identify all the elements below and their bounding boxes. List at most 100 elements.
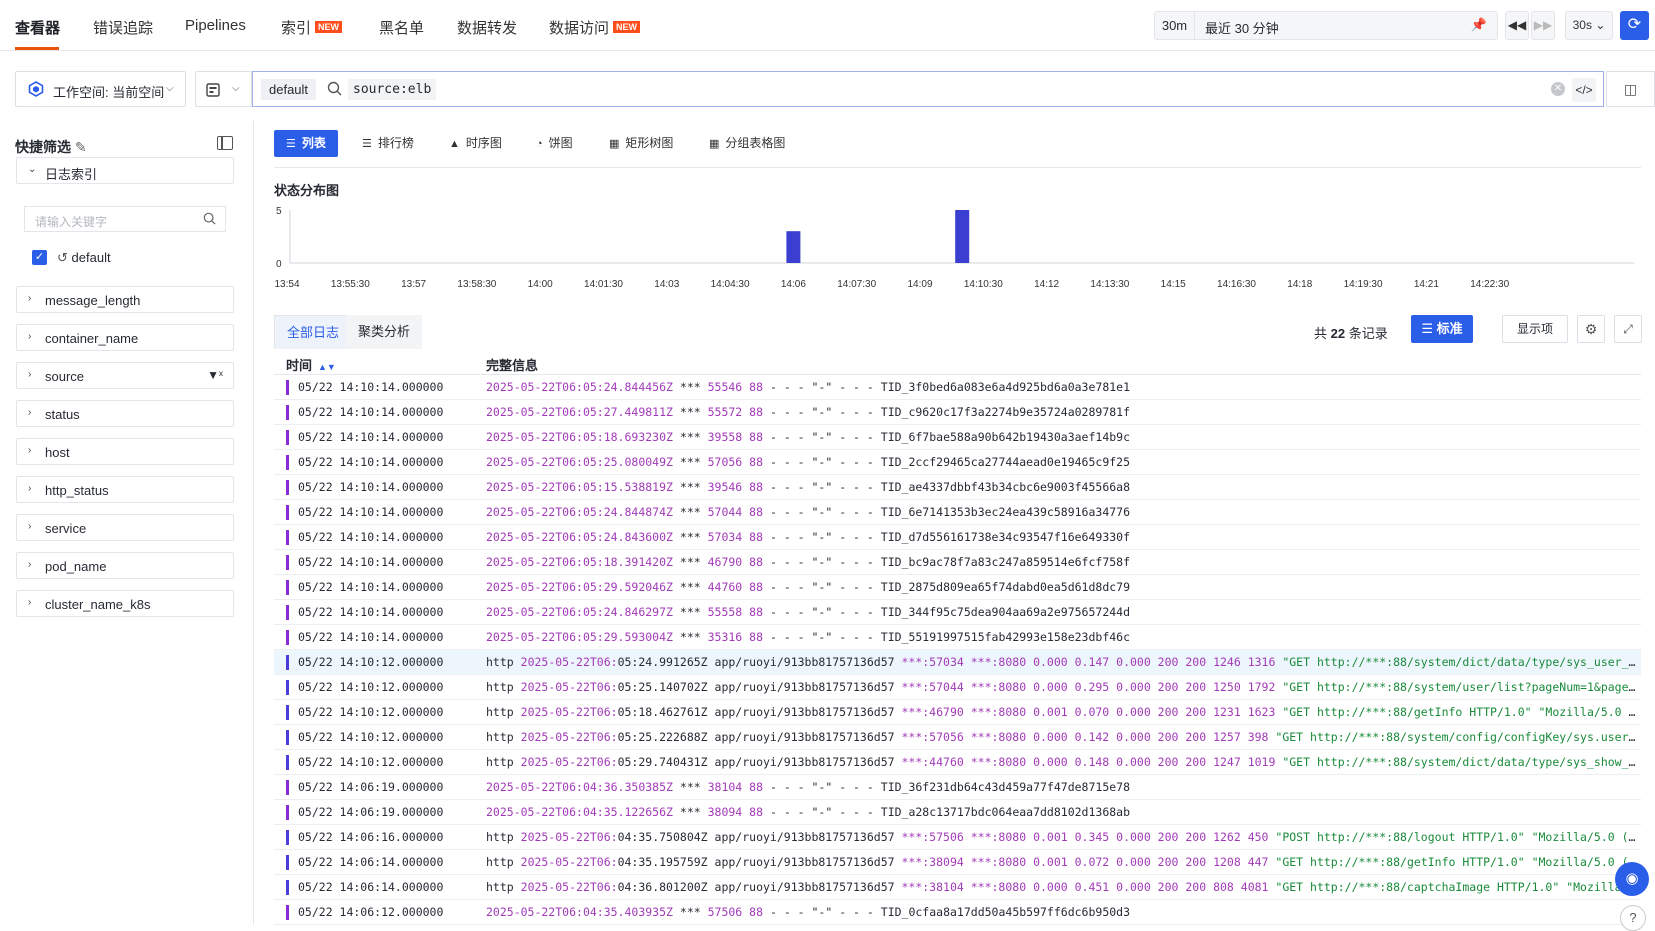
view-tab-list[interactable]: ☰ 列表	[274, 130, 338, 157]
collapse-sidebar-icon[interactable]	[217, 136, 233, 150]
tab-data-forwarding[interactable]: 数据转发	[457, 17, 517, 38]
default-index-checkbox[interactable]: ✓	[32, 250, 47, 265]
view-tab-group-table[interactable]: ▦ 分组表格图	[709, 130, 785, 157]
code-icon[interactable]: </>	[1572, 78, 1596, 102]
table-row[interactable]: 05/22 14:10:14.000000 2025-05-22T06:05:24…	[274, 375, 1641, 400]
x-tick-label: 13:55:30	[331, 279, 370, 290]
refresh-interval-label: 30s	[1572, 18, 1592, 32]
time-range-picker[interactable]: 30m 最近 30 分钟 📌	[1154, 11, 1498, 40]
log-masked: ***	[679, 380, 701, 394]
filter-settings-icon[interactable]: ◫	[1606, 71, 1655, 107]
tab-data-access[interactable]: 数据访问 NEW	[549, 17, 641, 38]
tab-index[interactable]: 索引 NEW	[281, 17, 343, 38]
log-message: http 2025-05-22T06:05:25.222688Z app/ruo…	[486, 730, 1636, 744]
facet-container-name[interactable]: › container_name	[16, 324, 234, 351]
status-bar	[286, 405, 289, 420]
log-timestamp: 05:24.844874Z	[582, 505, 673, 519]
table-row[interactable]: 05/22 14:06:14.000000 http 2025-05-22T06:…	[274, 850, 1641, 875]
log-dst: ***:8080	[970, 830, 1027, 844]
tab-cluster-analysis[interactable]: 聚类分析	[346, 315, 423, 349]
table-row[interactable]: 05/22 14:10:14.000000 2025-05-22T06:05:24…	[274, 500, 1641, 525]
column-time[interactable]: 时间 ▲▼	[286, 355, 336, 374]
view-tab-treemap[interactable]: ▦ 矩形树图	[609, 130, 673, 157]
forward-icon[interactable]: ▶▶	[1531, 11, 1555, 40]
tab-all-logs[interactable]: 全部日志	[274, 315, 353, 349]
view-tab-ranking[interactable]: ☰ 排行榜	[362, 130, 414, 157]
table-row[interactable]: 05/22 14:10:12.000000 http 2025-05-22T06:…	[274, 700, 1641, 725]
table-row[interactable]: 05/22 14:10:14.000000 2025-05-22T06:05:15…	[274, 475, 1641, 500]
facet-cluster-name-k8s[interactable]: › cluster_name_k8s	[16, 590, 234, 617]
table-row[interactable]: 05/22 14:10:12.000000 http 2025-05-22T06:…	[274, 675, 1641, 700]
facet-host[interactable]: › host	[16, 438, 234, 465]
table-row[interactable]: 05/22 14:10:14.000000 2025-05-22T06:05:24…	[274, 525, 1641, 550]
view-tabs: ☰ 列表 ☰ 排行榜 ▲ 时序图 ◔ 饼图 ▦ 矩形树图 ▦ 分组表格图	[274, 130, 1641, 168]
tab-error-tracking[interactable]: 错误追踪	[93, 17, 153, 38]
table-row[interactable]: 05/22 14:10:14.000000 2025-05-22T06:05:18…	[274, 550, 1641, 575]
table-row[interactable]: 05/22 14:10:14.000000 2025-05-22T06:05:24…	[274, 600, 1641, 625]
keyword-search-input[interactable]: 请输入关键字	[24, 206, 226, 232]
refresh-icon[interactable]: ⟳	[1620, 11, 1649, 40]
table-row[interactable]: 05/22 14:06:19.000000 2025-05-22T06:04:35…	[274, 800, 1641, 825]
table-row[interactable]: 05/22 14:10:12.000000 http 2025-05-22T06:…	[274, 650, 1641, 675]
edit-icon[interactable]: ✎	[75, 139, 87, 155]
fullscreen-icon[interactable]: ⤢	[1614, 315, 1642, 343]
display-columns-button[interactable]: 显示项	[1502, 315, 1568, 343]
table-row[interactable]: 05/22 14:10:12.000000 http 2025-05-22T06:…	[274, 725, 1641, 750]
log-port: 39558	[707, 430, 743, 444]
chart-bar[interactable]	[786, 231, 801, 263]
table-row[interactable]: 05/22 14:10:14.000000 2025-05-22T06:05:18…	[274, 425, 1641, 450]
help-icon[interactable]: ?	[1620, 905, 1646, 931]
table-row[interactable]: 05/22 14:06:19.000000 2025-05-22T06:04:36…	[274, 775, 1641, 800]
table-row[interactable]: 05/22 14:06:14.000000 http 2025-05-22T06:…	[274, 875, 1641, 900]
workspace-select[interactable]: 工作空间: 当前空间 ⌵	[15, 71, 186, 107]
facet-pod-name[interactable]: › pod_name	[16, 552, 234, 579]
pin-icon[interactable]: 📌	[1471, 17, 1487, 33]
log-timestamp: 05:24.991265Z	[617, 655, 708, 669]
facet-status[interactable]: › status	[16, 400, 234, 427]
log-port: 46790	[707, 555, 743, 569]
table-row[interactable]: 05/22 14:06:16.000000 http 2025-05-22T06:…	[274, 825, 1641, 850]
table-row[interactable]: 05/22 14:10:14.000000 2025-05-22T06:05:27…	[274, 400, 1641, 425]
facet-message-length[interactable]: › message_length	[16, 286, 234, 313]
status-bar	[286, 605, 289, 620]
chevron-right-icon: ›	[28, 331, 32, 342]
table-row[interactable]: 05/22 14:10:14.000000 2025-05-22T06:05:29…	[274, 575, 1641, 600]
saved-search-select[interactable]: ⌵	[195, 71, 252, 107]
gear-icon[interactable]: ⚙	[1577, 315, 1605, 343]
facet-source[interactable]: › source ▼ˣ	[16, 362, 234, 389]
tab-viewer[interactable]: 查看器	[15, 17, 60, 38]
tab-blacklist[interactable]: 黑名单	[379, 17, 424, 38]
chart-bar[interactable]	[955, 210, 970, 263]
view-tab-timeseries[interactable]: ▲ 时序图	[449, 130, 502, 157]
log-date: 2025-05-22T06:	[486, 455, 583, 469]
table-row[interactable]: 05/22 14:06:12.000000 2025-05-22T06:04:35…	[274, 900, 1641, 925]
query-text[interactable]: source:elb	[348, 79, 437, 100]
refresh-interval-select[interactable]: 30s ⌄	[1565, 11, 1613, 40]
view-tab-pie[interactable]: ◔ 饼图	[536, 130, 573, 157]
filter-clear-icon[interactable]: ▼ˣ	[207, 368, 223, 382]
log-timestamp: 04:35.195759Z	[617, 855, 708, 869]
log-masked: ***	[679, 530, 701, 544]
rewind-icon[interactable]: ◀◀	[1505, 11, 1529, 40]
tab-pipelines[interactable]: Pipelines	[185, 17, 246, 34]
x-tick-label: 13:54	[274, 279, 299, 290]
table-row[interactable]: 05/22 14:10:14.000000 2025-05-22T06:05:29…	[274, 625, 1641, 650]
standard-view-button[interactable]: ☰ 标准	[1411, 315, 1473, 343]
table-row[interactable]: 05/22 14:10:12.000000 http 2025-05-22T06:…	[274, 750, 1641, 775]
facet-http-status[interactable]: › http_status	[16, 476, 234, 503]
table-row[interactable]: 05/22 14:10:14.000000 2025-05-22T06:05:25…	[274, 450, 1641, 475]
x-tick-label: 14:22:30	[1470, 279, 1509, 290]
query-input[interactable]: default source:elb ✕ </>	[252, 71, 1604, 107]
x-tick-label: 13:58:30	[457, 279, 496, 290]
facet-service[interactable]: › service	[16, 514, 234, 541]
facet-log-index[interactable]: ⌄ 日志索引	[16, 157, 234, 184]
log-masked: ***	[679, 455, 701, 469]
chevron-right-icon: ›	[28, 483, 32, 494]
assistant-icon[interactable]: ◉	[1615, 862, 1649, 896]
log-protocol: http	[486, 830, 514, 844]
status-bar	[286, 905, 289, 920]
clear-icon[interactable]: ✕	[1551, 82, 1565, 96]
sort-icon[interactable]: ▲▼	[318, 362, 336, 372]
log-timestamp: 05:25.080049Z	[582, 455, 673, 469]
index-tag[interactable]: default	[261, 79, 317, 100]
